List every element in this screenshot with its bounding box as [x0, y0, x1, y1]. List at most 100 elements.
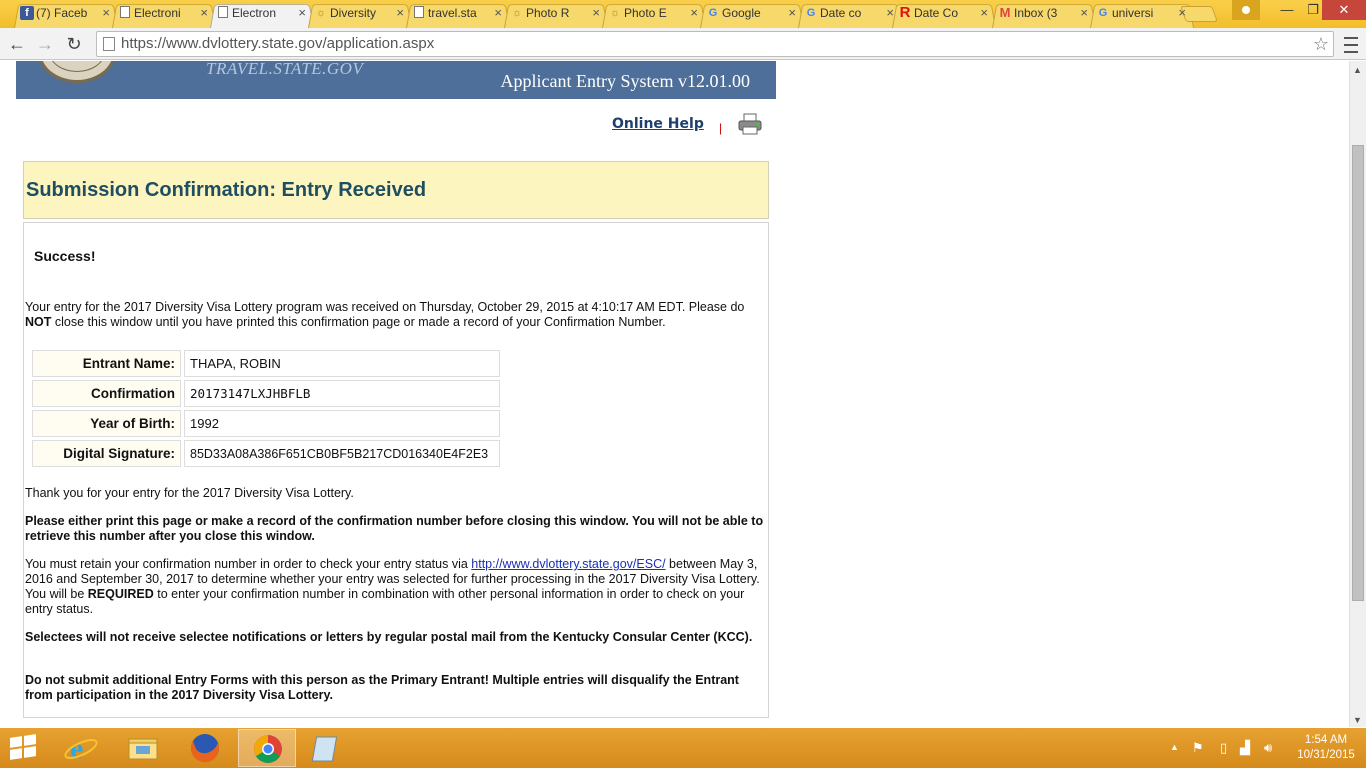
network-signal-icon[interactable]: ▟	[1240, 740, 1250, 756]
user-profile-icon[interactable]	[1232, 0, 1260, 20]
separator: |	[719, 121, 723, 135]
tab-label: Diversity	[330, 6, 377, 20]
system-clock[interactable]: 1:54 AM 10/31/2015	[1290, 733, 1362, 763]
action-center-flag-icon[interactable]: ⚑	[1192, 740, 1204, 756]
printer-icon[interactable]	[738, 113, 762, 135]
close-icon[interactable]: ×	[102, 2, 110, 24]
close-icon[interactable]: ×	[980, 2, 988, 24]
tab-photo-r[interactable]: ☼ Photo R ×	[504, 2, 608, 28]
r-logo-icon: R	[899, 4, 911, 21]
close-icon[interactable]: ×	[690, 2, 698, 24]
back-arrow-icon[interactable]: ←	[5, 32, 29, 56]
volume-icon[interactable]: 🔊︎	[1264, 740, 1272, 756]
tab-electronic-1[interactable]: Electroni ×	[112, 2, 216, 28]
url-text[interactable]: https://www.dvlottery.state.gov/applicat…	[121, 32, 434, 56]
tab-label: Electron	[232, 6, 277, 20]
show-hidden-icons-icon[interactable]: ▲	[1170, 742, 1179, 752]
tab-photo-e[interactable]: ☼ Photo E ×	[602, 2, 706, 28]
address-bar[interactable]: https://www.dvlottery.state.gov/applicat…	[96, 31, 1334, 57]
tab-google[interactable]: G Google ×	[700, 2, 804, 28]
close-icon[interactable]: ×	[1080, 2, 1088, 24]
notepad-icon[interactable]	[300, 729, 358, 767]
windows-start-icon[interactable]	[10, 734, 38, 761]
digital-signature-label: Digital Signature:	[32, 440, 181, 467]
tab-date-co[interactable]: G Date co ×	[798, 2, 902, 28]
scroll-up-arrow-icon[interactable]: ▲	[1353, 65, 1362, 75]
clock-time: 1:54 AM	[1304, 734, 1348, 746]
tab-label: Photo E	[624, 6, 667, 20]
google-icon: G	[806, 7, 816, 19]
tab-date-converter[interactable]: R Date Co ×	[892, 2, 996, 28]
thank-you-text: Thank you for your entry for the 2017 Di…	[25, 486, 354, 500]
clock-date: 10/31/2015	[1297, 749, 1355, 761]
online-help-link[interactable]: Online Help	[612, 116, 704, 132]
scrollbar-thumb[interactable]	[1352, 145, 1364, 601]
reload-icon[interactable]: ↻	[62, 32, 86, 56]
confirmation-number-value: 20173147LXJHBFLB	[184, 380, 500, 407]
close-icon[interactable]: ×	[494, 2, 502, 24]
year-of-birth-value: 1992	[184, 410, 500, 437]
google-icon: G	[708, 7, 718, 19]
page-title: Submission Confirmation: Entry Received	[26, 179, 427, 201]
page-icon	[103, 37, 115, 51]
tab-label: Photo R	[526, 6, 570, 20]
close-icon[interactable]: ×	[788, 2, 796, 24]
tab-label: Electroni	[134, 6, 181, 20]
close-icon[interactable]: ×	[1178, 2, 1186, 24]
close-icon[interactable]: ×	[298, 2, 306, 24]
close-icon[interactable]: ×	[592, 2, 600, 24]
close-icon[interactable]: ×	[886, 2, 894, 24]
tab-travel[interactable]: travel.sta ×	[406, 2, 510, 28]
tab-electronic-active[interactable]: Electron ×	[210, 2, 314, 28]
entrant-name-label: Entrant Name:	[32, 350, 181, 377]
menu-icon[interactable]	[1340, 32, 1362, 56]
not-emphasis: NOT	[25, 315, 52, 329]
required-emphasis: REQUIRED	[87, 587, 154, 601]
file-explorer-icon[interactable]	[114, 729, 172, 767]
tab-strip: f (7) Faceb × Electroni × Electron × ☼ D…	[0, 0, 1366, 28]
site-banner: TRAVEL.STATE.GOV Applicant Entry System …	[16, 61, 776, 99]
department-seal-icon	[38, 61, 116, 83]
tab-label: (7) Faceb	[36, 6, 88, 20]
battery-icon[interactable]: ▯	[1220, 740, 1227, 756]
vertical-scrollbar[interactable]: ▲ ▼	[1349, 61, 1366, 727]
chrome-icon[interactable]	[238, 729, 296, 767]
confirmation-panel: Success! Your entry for the 2017 Diversi…	[23, 222, 769, 718]
selectees-note: Selectees will not receive selectee noti…	[25, 630, 753, 644]
bookmark-star-icon[interactable]: ☆	[1313, 32, 1329, 56]
retain-paragraph: You must retain your confirmation number…	[25, 557, 767, 617]
close-icon[interactable]: ×	[396, 2, 404, 24]
tab-inbox[interactable]: M Inbox (3 ×	[992, 2, 1096, 28]
minimize-button[interactable]: —	[1274, 0, 1300, 20]
firefox-icon[interactable]	[176, 729, 234, 767]
esc-link[interactable]: http://www.dvlottery.state.gov/ESC/	[471, 557, 665, 571]
system-name: Applicant Entry System v12.01.00	[500, 71, 750, 91]
gmail-icon: M	[999, 5, 1011, 20]
entrant-name-value: THAPA, ROBIN	[184, 350, 500, 377]
print-warning: Please either print this page or make a …	[25, 514, 764, 543]
page-icon	[412, 6, 426, 20]
retain-text: You must retain your confirmation number…	[25, 557, 472, 571]
windows-taskbar: e ▲ ⚑ ▯ ▟ 🔊︎ 1:54 AM 10/31/2015	[0, 728, 1366, 768]
scroll-down-arrow-icon[interactable]: ▼	[1353, 715, 1362, 725]
google-icon: G	[1098, 7, 1108, 19]
year-of-birth-label: Year of Birth:	[32, 410, 181, 437]
internet-explorer-icon[interactable]: e	[52, 729, 110, 767]
loading-icon: ☼	[315, 7, 327, 19]
site-name: TRAVEL.STATE.GOV	[206, 61, 364, 78]
tab-label: Date co	[820, 6, 862, 20]
tab-label: Google	[722, 6, 761, 20]
tab-diversity[interactable]: ☼ Diversity ×	[308, 2, 412, 28]
received-paragraph: Your entry for the 2017 Diversity Visa L…	[25, 300, 767, 330]
close-window-button[interactable]: ✕	[1322, 0, 1366, 20]
tab-label: Date Co	[914, 6, 959, 20]
page-viewport: TRAVEL.STATE.GOV Applicant Entry System …	[0, 61, 1349, 727]
confirmation-number-label: Confirmation Number:	[32, 380, 181, 427]
forward-arrow-icon[interactable]: →	[33, 32, 57, 56]
tab-label: travel.sta	[428, 6, 477, 20]
page-icon	[216, 6, 230, 20]
loading-icon: ☼	[609, 7, 621, 19]
tab-facebook[interactable]: f (7) Faceb ×	[14, 2, 118, 28]
close-icon[interactable]: ×	[200, 2, 208, 24]
tab-university[interactable]: G universi ×	[1090, 2, 1194, 28]
